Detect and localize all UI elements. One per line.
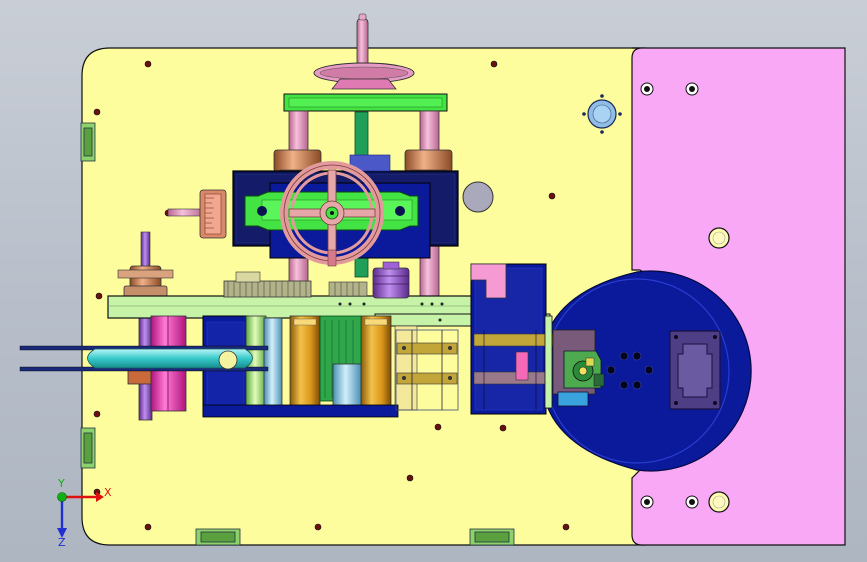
roller-base bbox=[202, 404, 399, 418]
boss bbox=[462, 181, 494, 213]
cad-viewport[interactable]: X Y Z bbox=[0, 0, 867, 562]
encoder-module[interactable] bbox=[544, 315, 605, 409]
right-slide-unit[interactable] bbox=[470, 263, 555, 415]
fixture-slot bbox=[677, 343, 713, 398]
triad-z-label: Z bbox=[58, 536, 66, 549]
front-handwheel-icon[interactable] bbox=[280, 161, 384, 267]
assembly-drawing[interactable]: X Y Z bbox=[0, 0, 867, 562]
triad-y-label: Y bbox=[57, 477, 65, 490]
triad-x-label: X bbox=[104, 486, 112, 499]
feed-arm[interactable] bbox=[19, 345, 269, 372]
sky-roller[interactable] bbox=[332, 363, 362, 411]
light-blue-roller[interactable] bbox=[263, 317, 283, 409]
top-crank-handle[interactable] bbox=[356, 13, 369, 69]
